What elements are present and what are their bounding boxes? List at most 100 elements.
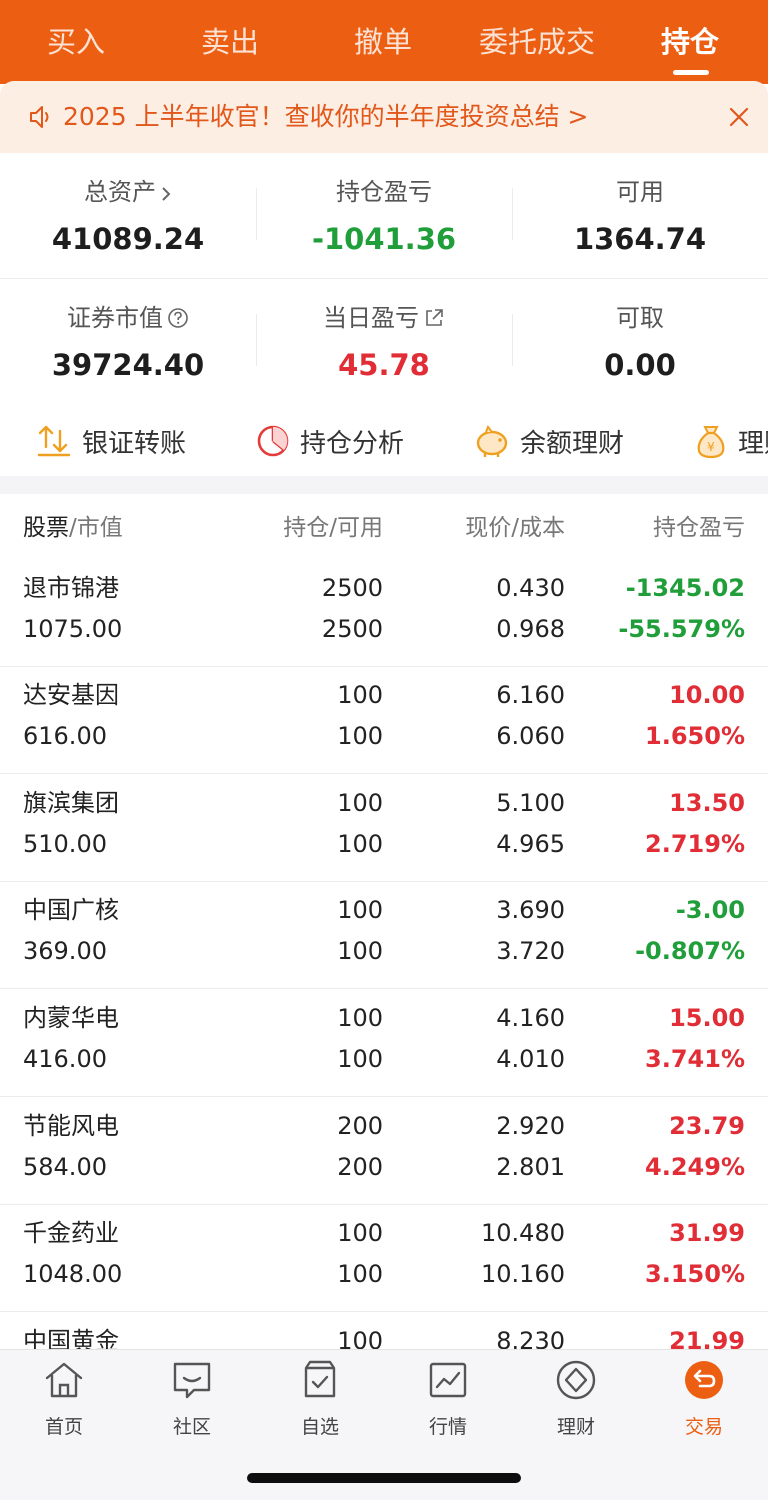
divider	[0, 1096, 768, 1097]
wealth-icon	[556, 1360, 596, 1400]
total-assets-value: 41089.24	[51, 222, 205, 256]
nav-label: 首页	[44, 1416, 83, 1438]
available-qty: 100	[337, 1045, 383, 1073]
section-gap	[0, 476, 768, 494]
current-price: 2.920	[496, 1112, 565, 1140]
market-value-label: 证券市值	[67, 304, 163, 332]
pl-amount: 23.79	[669, 1112, 745, 1140]
position-qty: 100	[337, 1004, 383, 1032]
header-position: 持仓/可用	[283, 515, 383, 541]
stock-name: 节能风电	[23, 1112, 119, 1140]
pl-percent: 4.249%	[645, 1153, 745, 1181]
position-qty: 100	[337, 896, 383, 924]
community-icon	[173, 1362, 211, 1399]
position-pl-value: -1041.36	[311, 222, 457, 256]
available-value: 1364.74	[573, 222, 707, 256]
pl-amount: 15.00	[669, 1004, 745, 1032]
table-row[interactable]: 达安基因 616.00 100 100 6.160 6.060 10.00 1.…	[0, 667, 768, 774]
total-assets-label: 总资产	[84, 178, 156, 206]
total-assets-cell[interactable]: 总资产 41089.24	[0, 175, 256, 261]
market-value-cell[interactable]: 证券市值 39724.40	[0, 301, 256, 387]
table-row[interactable]: 退市锦港 1075.00 2500 2500 0.430 0.968 -1345…	[0, 560, 768, 667]
stock-market-value: 369.00	[23, 937, 107, 965]
available-qty: 100	[337, 830, 383, 858]
cost-price: 4.010	[496, 1045, 565, 1073]
nav-label: 理财	[556, 1416, 595, 1438]
tab-cancel-order[interactable]: 撤单	[354, 20, 412, 64]
quick-action-transfer[interactable]: 银证转账	[36, 419, 186, 463]
home-indicator	[247, 1473, 521, 1483]
withdrawable-cell: 可取 0.00	[512, 301, 768, 387]
position-qty: 2500	[321, 574, 383, 602]
available-qty: 2500	[321, 615, 383, 643]
available-qty: 200	[337, 1153, 383, 1181]
chevron-right-icon	[162, 187, 171, 201]
table-row[interactable]: 节能风电 584.00 200 200 2.920 2.801 23.79 4.…	[0, 1098, 768, 1205]
nav-trade[interactable]: 交易	[659, 1358, 749, 1439]
table-row[interactable]: 千金药业 1048.00 100 100 10.480 10.160 31.99…	[0, 1205, 768, 1312]
stock-market-value: 1048.00	[23, 1260, 123, 1288]
cost-price: 4.965	[496, 830, 565, 858]
position-pl-cell: 持仓盈亏 -1041.36	[256, 175, 512, 261]
stock-market-value: 616.00	[23, 722, 107, 750]
quick-action-label: 持仓分析	[300, 428, 405, 459]
available-qty: 100	[337, 937, 383, 965]
table-row[interactable]: 旗滨集团 510.00 100 100 5.100 4.965 13.50 2.…	[0, 775, 768, 882]
top-tab-bar: 买入 卖出 撤单 委托成交 持仓	[0, 0, 768, 84]
tab-orders-trades[interactable]: 委托成交	[479, 20, 595, 64]
stock-name: 退市锦港	[23, 574, 119, 602]
quick-action-analysis[interactable]: 持仓分析	[256, 419, 404, 463]
pl-percent: 2.719%	[645, 830, 745, 858]
nav-label: 交易	[684, 1416, 723, 1438]
pie-chart-icon	[257, 425, 289, 457]
position-qty: 200	[337, 1112, 383, 1140]
daily-pl-value: 45.78	[338, 348, 430, 382]
withdrawable-value: 0.00	[604, 348, 676, 382]
table-row[interactable]: 中国广核 369.00 100 100 3.690 3.720 -3.00 -0…	[0, 882, 768, 989]
promo-banner[interactable]: 2025 上半年收官！查收你的半年度投资总结 >	[0, 81, 768, 153]
nav-home[interactable]: 首页	[19, 1358, 109, 1439]
current-price: 10.480	[481, 1219, 565, 1247]
current-price: 5.100	[496, 789, 565, 817]
transfer-icon	[37, 425, 71, 457]
quick-action-balance-wealth[interactable]: 余额理财	[474, 419, 624, 463]
cost-price: 2.801	[496, 1153, 565, 1181]
nav-market[interactable]: 行情	[403, 1358, 493, 1439]
header-price: 现价/成本	[465, 515, 565, 541]
quick-action-label: 理财	[738, 428, 768, 459]
stock-name: 内蒙华电	[23, 1004, 119, 1032]
tab-buy[interactable]: 买入	[47, 20, 105, 64]
tab-positions[interactable]: 持仓	[661, 20, 719, 64]
available-cell: 可用 1364.74	[512, 175, 768, 261]
stock-name: 千金药业	[23, 1219, 119, 1247]
pl-amount: 13.50	[669, 789, 745, 817]
nav-community[interactable]: 社区	[147, 1358, 237, 1439]
stock-name: 达安基因	[23, 681, 119, 709]
active-tab-indicator	[673, 70, 709, 75]
close-icon[interactable]	[727, 105, 751, 129]
market-value-value: 39724.40	[51, 348, 205, 382]
tab-sell[interactable]: 卖出	[201, 20, 259, 64]
help-icon[interactable]	[167, 307, 189, 329]
pl-percent: 3.150%	[645, 1260, 745, 1288]
table-row[interactable]: 内蒙华电 416.00 100 100 4.160 4.010 15.00 3.…	[0, 990, 768, 1097]
nav-wealth[interactable]: 理财	[531, 1358, 621, 1439]
stock-market-value: 584.00	[23, 1153, 107, 1181]
pl-amount: 31.99	[669, 1219, 745, 1247]
nav-label: 社区	[172, 1416, 211, 1438]
nav-watchlist[interactable]: 自选	[275, 1358, 365, 1439]
available-qty: 100	[337, 1260, 383, 1288]
daily-pl-cell[interactable]: 当日盈亏 45.78	[256, 301, 512, 387]
money-bag-icon: ¥	[697, 426, 725, 459]
pl-percent: 1.650%	[645, 722, 745, 750]
cost-price: 10.160	[481, 1260, 565, 1288]
quick-action-wealth[interactable]: ¥ 理财	[694, 419, 768, 463]
position-qty: 100	[337, 681, 383, 709]
divider	[0, 1311, 768, 1312]
available-qty: 100	[337, 722, 383, 750]
cost-price: 3.720	[496, 937, 565, 965]
external-link-icon	[426, 309, 443, 326]
cost-price: 6.060	[496, 722, 565, 750]
header-stock: 股票/市值	[23, 515, 123, 541]
divider	[0, 773, 768, 774]
